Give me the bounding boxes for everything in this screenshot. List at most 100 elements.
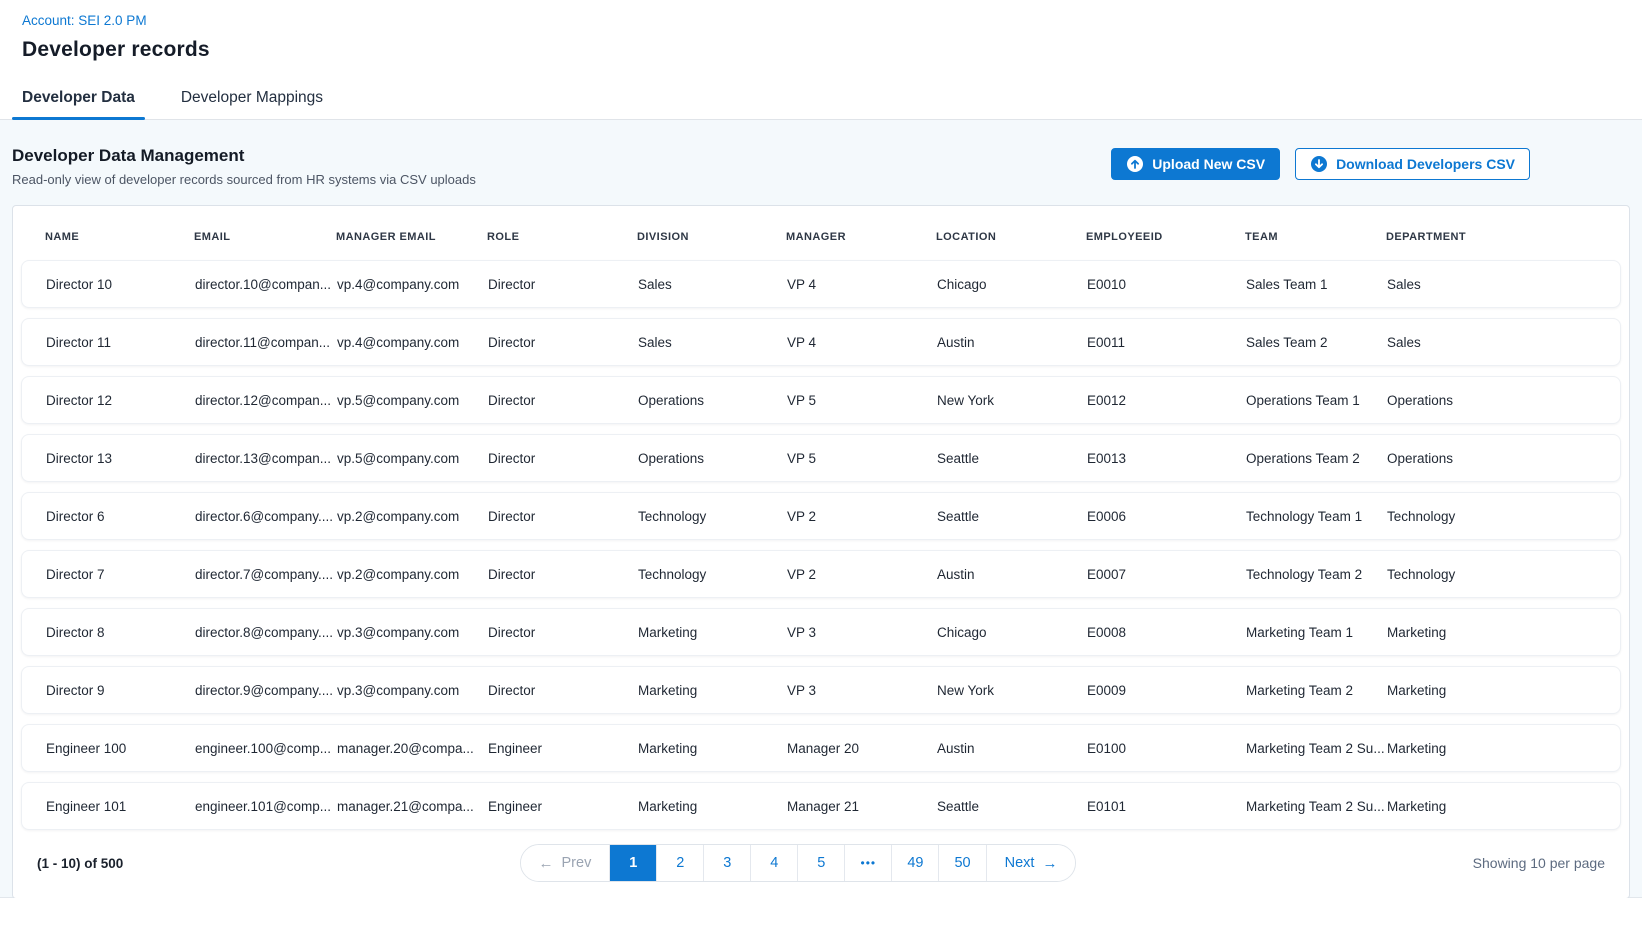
next-page-button[interactable]: Next → [986, 845, 1076, 881]
download-developers-csv-button[interactable]: Download Developers CSV [1295, 148, 1530, 180]
cell-role: Engineer [488, 741, 638, 756]
cell-manager: VP 5 [787, 451, 937, 466]
prev-page-button[interactable]: ← Prev [521, 845, 610, 881]
cell-team: Marketing Team 2 Su... [1246, 741, 1387, 756]
cell-employeeid: E0101 [1087, 799, 1246, 814]
cell-employeeid: E0010 [1087, 277, 1246, 292]
cell-division: Marketing [638, 799, 787, 814]
page-button-50[interactable]: 50 [938, 845, 985, 881]
cell-department: Marketing [1387, 799, 1604, 814]
cell-manager-email: vp.5@company.com [337, 451, 488, 466]
cell-team: Sales Team 2 [1246, 335, 1387, 350]
page-button-3[interactable]: 3 [703, 845, 750, 881]
column-header-manager: MANAGER [786, 231, 936, 243]
page-button-2[interactable]: 2 [656, 845, 703, 881]
section-actions: Upload New CSV Download Developers CSV [1111, 148, 1530, 180]
cell-team: Operations Team 2 [1246, 451, 1387, 466]
cell-employeeid: E0006 [1087, 509, 1246, 524]
download-button-label: Download Developers CSV [1336, 156, 1515, 172]
cell-name: Director 10 [46, 277, 195, 292]
column-header-role: ROLE [487, 231, 637, 243]
cell-role: Director [488, 393, 638, 408]
table-row: Director 7director.7@company....vp.2@com… [21, 550, 1621, 598]
column-header-manager-email: MANAGER EMAIL [336, 231, 487, 243]
tab-developer-data[interactable]: Developer Data [12, 76, 145, 119]
pagination: ← Prev 12345•••4950 Next → [520, 844, 1077, 882]
left-arrow-icon: ← [539, 856, 554, 871]
cell-manager-email: vp.3@company.com [337, 683, 488, 698]
table-row: Director 6director.6@company....vp.2@com… [21, 492, 1621, 540]
table-footer: (1 - 10) of 500 ←Prev12345•••4950Next→ S… [21, 830, 1621, 898]
cell-division: Marketing [638, 625, 787, 640]
account-breadcrumb-link[interactable]: Account: SEI 2.0 PM [22, 13, 147, 28]
column-header-name: NAME [45, 231, 194, 243]
download-icon [1310, 155, 1328, 173]
cell-department: Technology [1387, 509, 1604, 524]
column-header-department: DEPARTMENT [1386, 231, 1605, 243]
column-header-location: LOCATION [936, 231, 1086, 243]
cell-manager: VP 2 [787, 509, 937, 524]
cell-team: Marketing Team 2 Su... [1246, 799, 1387, 814]
cell-name: Engineer 100 [46, 741, 195, 756]
page-title: Developer records [22, 38, 1620, 62]
upload-icon [1126, 155, 1144, 173]
cell-name: Director 7 [46, 567, 195, 582]
cell-email: engineer.100@comp... [195, 741, 337, 756]
prev-label: Prev [562, 855, 592, 871]
column-header-employeeid: EMPLOYEEID [1086, 231, 1245, 243]
cell-email: engineer.101@comp... [195, 799, 337, 814]
table-row: Director 9director.9@company....vp.3@com… [21, 666, 1621, 714]
cell-employeeid: E0008 [1087, 625, 1246, 640]
cell-role: Director [488, 451, 638, 466]
cell-manager-email: manager.21@compa... [337, 799, 488, 814]
cell-department: Marketing [1387, 741, 1604, 756]
cell-role: Director [488, 335, 638, 350]
cell-division: Sales [638, 277, 787, 292]
cell-email: director.9@company.... [195, 683, 337, 698]
tab-developer-mappings[interactable]: Developer Mappings [171, 76, 333, 119]
cell-name: Director 13 [46, 451, 195, 466]
cell-manager-email: vp.4@company.com [337, 335, 488, 350]
cell-role: Engineer [488, 799, 638, 814]
upload-new-csv-button[interactable]: Upload New CSV [1111, 148, 1280, 180]
cell-employeeid: E0009 [1087, 683, 1246, 698]
cell-division: Marketing [638, 683, 787, 698]
cell-location: Chicago [937, 277, 1087, 292]
column-header-email: EMAIL [194, 231, 336, 243]
cell-department: Sales [1387, 277, 1604, 292]
cell-division: Technology [638, 509, 787, 524]
next-label: Next [1005, 855, 1035, 871]
page-button-4[interactable]: 4 [750, 845, 797, 881]
cell-employeeid: E0013 [1087, 451, 1246, 466]
per-page-label: Showing 10 per page [1473, 855, 1605, 871]
cell-role: Director [488, 625, 638, 640]
cell-team: Technology Team 2 [1246, 567, 1387, 582]
cell-employeeid: E0011 [1087, 335, 1246, 350]
section-header: Developer Data Management Read-only view… [12, 146, 1630, 187]
upload-button-label: Upload New CSV [1152, 156, 1265, 172]
cell-department: Marketing [1387, 625, 1604, 640]
cell-location: New York [937, 683, 1087, 698]
pagination-ellipsis[interactable]: ••• [844, 845, 891, 881]
cell-location: Austin [937, 741, 1087, 756]
table-row: Director 12director.12@compan...vp.5@com… [21, 376, 1621, 424]
page-button-1[interactable]: 1 [609, 845, 656, 881]
cell-role: Director [488, 509, 638, 524]
cell-email: director.13@compan... [195, 451, 337, 466]
page-button-5[interactable]: 5 [797, 845, 844, 881]
cell-division: Operations [638, 451, 787, 466]
table-row: Engineer 101engineer.101@comp...manager.… [21, 782, 1621, 830]
cell-department: Operations [1387, 451, 1604, 466]
cell-location: New York [937, 393, 1087, 408]
table-row: Director 11director.11@compan...vp.4@com… [21, 318, 1621, 366]
cell-location: Chicago [937, 625, 1087, 640]
cell-email: director.10@compan... [195, 277, 337, 292]
right-arrow-icon: → [1042, 856, 1057, 871]
cell-name: Director 8 [46, 625, 195, 640]
cell-manager: Manager 20 [787, 741, 937, 756]
page-button-49[interactable]: 49 [891, 845, 938, 881]
cell-role: Director [488, 277, 638, 292]
table-row: Engineer 100engineer.100@comp...manager.… [21, 724, 1621, 772]
cell-location: Seattle [937, 799, 1087, 814]
cell-manager: VP 4 [787, 277, 937, 292]
